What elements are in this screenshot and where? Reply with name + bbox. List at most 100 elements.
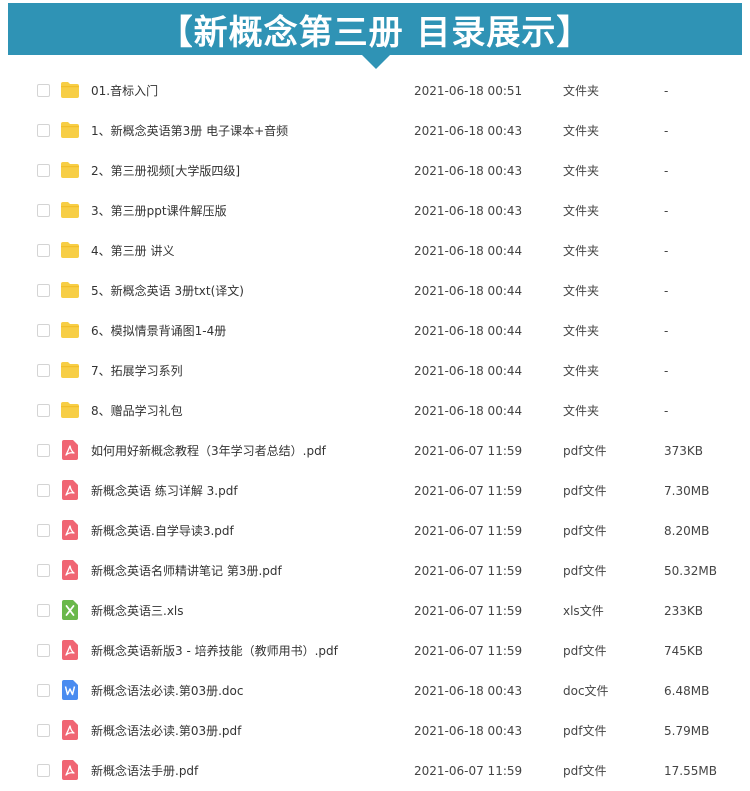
- select-checkbox[interactable]: [37, 204, 50, 217]
- file-date: 2021-06-18 00:43: [414, 124, 523, 138]
- select-checkbox[interactable]: [37, 684, 50, 697]
- file-date: 2021-06-07 11:59: [414, 444, 523, 458]
- folder-icon: [60, 361, 80, 383]
- pdf-icon: [62, 520, 78, 544]
- file-name[interactable]: 4、第三册 讲义: [91, 243, 174, 259]
- file-row[interactable]: 新概念语法手册.pdf 2021-06-07 11:59 pdf文件 17.55MB: [0, 751, 750, 791]
- file-size: 7.30MB: [664, 484, 710, 498]
- file-size: -: [664, 284, 669, 298]
- file-type: pdf文件: [563, 724, 607, 738]
- file-name[interactable]: 新概念语法必读.第03册.doc: [91, 683, 243, 699]
- folder-icon: [60, 201, 80, 223]
- file-size: 233KB: [664, 604, 704, 618]
- file-row[interactable]: 4、第三册 讲义 2021-06-18 00:44 文件夹 -: [0, 231, 750, 271]
- file-size: 8.20MB: [664, 524, 710, 538]
- file-name[interactable]: 5、新概念英语 3册txt(译文): [91, 283, 244, 299]
- file-type: 文件夹: [563, 404, 600, 418]
- select-checkbox[interactable]: [37, 524, 50, 537]
- file-row[interactable]: 新概念英语三.xls 2021-06-07 11:59 xls文件 233KB: [0, 591, 750, 631]
- select-checkbox[interactable]: [37, 444, 50, 457]
- file-row[interactable]: 如何用好新概念教程（3年学习者总结）.pdf 2021-06-07 11:59 pd…: [0, 431, 750, 471]
- file-name[interactable]: 8、赠品学习礼包: [91, 403, 183, 419]
- file-row[interactable]: 新概念英语.自学导读3.pdf 2021-06-07 11:59 pdf文件 8.20…: [0, 511, 750, 551]
- file-row[interactable]: 新概念英语 练习详解 3.pdf 2021-06-07 11:59 pdf文件 7.3…: [0, 471, 750, 511]
- file-type: 文件夹: [563, 84, 600, 98]
- file-row[interactable]: 01.音标入门 2021-06-18 00:51 文件夹 -: [0, 71, 750, 111]
- file-size: -: [664, 164, 669, 178]
- file-row[interactable]: 6、模拟情景背诵图1-4册 2021-06-18 00:44 文件夹 -: [0, 311, 750, 351]
- file-name[interactable]: 1、新概念英语第3册 电子课本+音频: [91, 123, 288, 139]
- file-type: doc文件: [563, 684, 609, 698]
- file-row[interactable]: 8、赠品学习礼包 2021-06-18 00:44 文件夹 -: [0, 391, 750, 431]
- file-type: pdf文件: [563, 764, 607, 778]
- select-checkbox[interactable]: [37, 484, 50, 497]
- file-row[interactable]: 新概念英语名师精讲笔记 第3册.pdf 2021-06-07 11:59 pdf文件…: [0, 551, 750, 591]
- file-type: 文件夹: [563, 364, 600, 378]
- select-checkbox[interactable]: [37, 124, 50, 137]
- file-name[interactable]: 新概念英语 练习详解 3.pdf: [91, 483, 238, 499]
- file-type: xls文件: [563, 604, 604, 618]
- file-row[interactable]: 新概念语法必读.第03册.doc 2021-06-18 00:43 doc文件 6.4…: [0, 671, 750, 711]
- file-row[interactable]: 5、新概念英语 3册txt(译文) 2021-06-18 00:44 文件夹 -: [0, 271, 750, 311]
- file-row[interactable]: 7、拓展学习系列 2021-06-18 00:44 文件夹 -: [0, 351, 750, 391]
- file-name[interactable]: 新概念英语.自学导读3.pdf: [91, 523, 234, 539]
- file-size: 745KB: [664, 644, 704, 658]
- file-name[interactable]: 3、第三册ppt课件解压版: [91, 203, 227, 219]
- banner-pointer: [362, 55, 390, 69]
- select-checkbox[interactable]: [37, 324, 50, 337]
- file-date: 2021-06-07 11:59: [414, 604, 523, 618]
- file-row[interactable]: 新概念英语新版3 - 培养技能（教师用书）.pdf 2021-06-07 11:5…: [0, 631, 750, 671]
- pdf-icon: [62, 560, 78, 584]
- folder-icon: [60, 161, 80, 183]
- file-date: 2021-06-18 00:44: [414, 244, 523, 258]
- file-size: 17.55MB: [664, 764, 717, 778]
- file-list: 01.音标入门 2021-06-18 00:51 文件夹 - 1、新概念英语第3册 电子…: [0, 71, 750, 791]
- select-checkbox[interactable]: [37, 724, 50, 737]
- file-type: pdf文件: [563, 524, 607, 538]
- select-checkbox[interactable]: [37, 644, 50, 657]
- file-name[interactable]: 新概念英语新版3 - 培养技能（教师用书）.pdf: [91, 643, 338, 659]
- file-row[interactable]: 3、第三册ppt课件解压版 2021-06-18 00:43 文件夹 -: [0, 191, 750, 231]
- select-checkbox[interactable]: [37, 164, 50, 177]
- file-date: 2021-06-18 00:44: [414, 404, 523, 418]
- title-banner: 【新概念第三册 目录展示】: [8, 3, 742, 55]
- file-row[interactable]: 2、第三册视频[大学版四级] 2021-06-18 00:43 文件夹 -: [0, 151, 750, 191]
- select-checkbox[interactable]: [37, 284, 50, 297]
- doc-icon: [62, 680, 78, 704]
- file-name[interactable]: 新概念英语名师精讲笔记 第3册.pdf: [91, 563, 282, 579]
- file-date: 2021-06-18 00:43: [414, 164, 523, 178]
- file-type: 文件夹: [563, 124, 600, 138]
- file-type: pdf文件: [563, 444, 607, 458]
- select-checkbox[interactable]: [37, 564, 50, 577]
- folder-icon: [60, 121, 80, 143]
- file-name[interactable]: 新概念语法必读.第03册.pdf: [91, 723, 241, 739]
- file-name[interactable]: 新概念语法手册.pdf: [91, 763, 198, 779]
- file-name[interactable]: 6、模拟情景背诵图1-4册: [91, 323, 226, 339]
- file-date: 2021-06-18 00:43: [414, 724, 523, 738]
- select-checkbox[interactable]: [37, 244, 50, 257]
- file-date: 2021-06-18 00:51: [414, 84, 523, 98]
- folder-icon: [60, 241, 80, 263]
- select-checkbox[interactable]: [37, 364, 50, 377]
- file-row[interactable]: 1、新概念英语第3册 电子课本+音频 2021-06-18 00:43 文件夹 -: [0, 111, 750, 151]
- select-checkbox[interactable]: [37, 404, 50, 417]
- file-name[interactable]: 7、拓展学习系列: [91, 363, 183, 379]
- file-size: 6.48MB: [664, 684, 710, 698]
- file-name[interactable]: 如何用好新概念教程（3年学习者总结）.pdf: [91, 443, 326, 459]
- file-size: -: [664, 84, 669, 98]
- file-date: 2021-06-18 00:44: [414, 364, 523, 378]
- select-checkbox[interactable]: [37, 84, 50, 97]
- file-type: pdf文件: [563, 564, 607, 578]
- file-type: 文件夹: [563, 324, 600, 338]
- select-checkbox[interactable]: [37, 764, 50, 777]
- select-checkbox[interactable]: [37, 604, 50, 617]
- file-name[interactable]: 2、第三册视频[大学版四级]: [91, 163, 240, 179]
- file-size: 373KB: [664, 444, 704, 458]
- folder-icon: [60, 401, 80, 423]
- file-name[interactable]: 01.音标入门: [91, 83, 158, 99]
- file-size: -: [664, 244, 669, 258]
- folder-icon: [60, 81, 80, 103]
- file-row[interactable]: 新概念语法必读.第03册.pdf 2021-06-18 00:43 pdf文件 5.7…: [0, 711, 750, 751]
- file-name[interactable]: 新概念英语三.xls: [91, 603, 184, 619]
- file-type: 文件夹: [563, 204, 600, 218]
